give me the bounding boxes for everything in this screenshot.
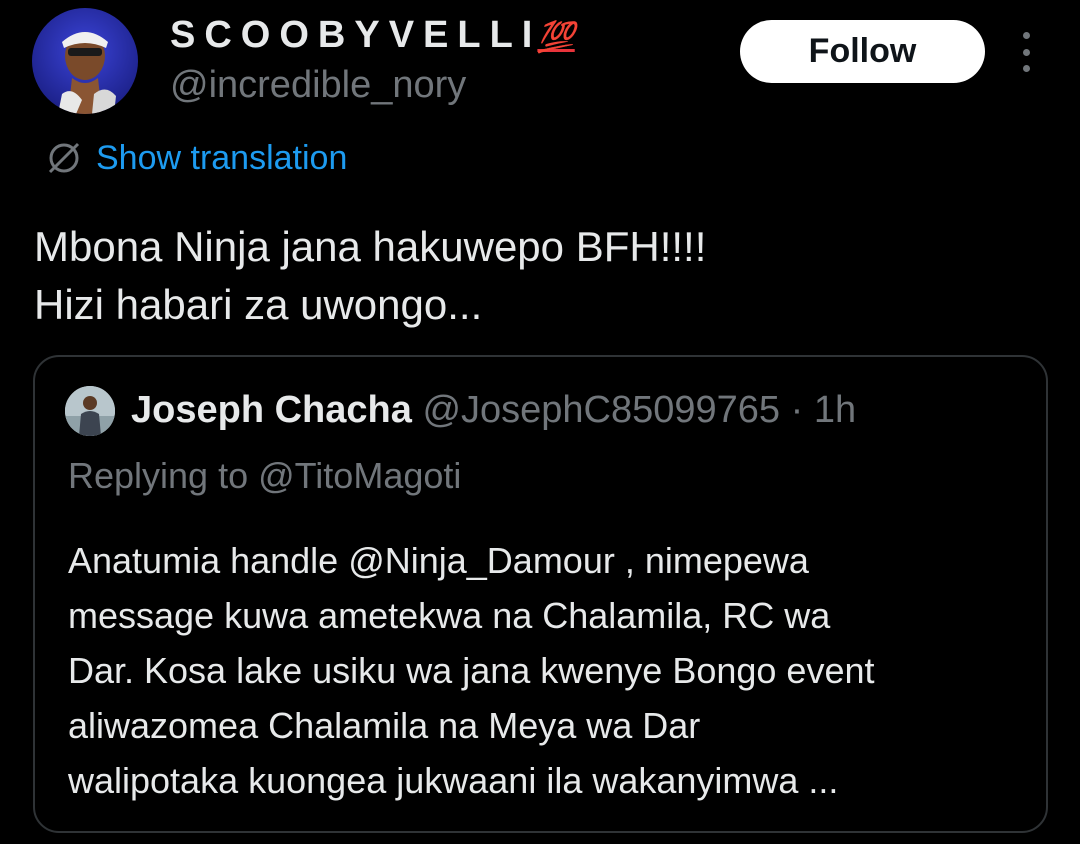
tweet-card: SCOOBYVELLI💯 @incredible_nory Follow Sho… <box>0 0 1080 844</box>
hundred-points-icon: 💯 <box>537 21 575 54</box>
more-dot <box>1022 48 1030 56</box>
quoted-avatar-image <box>65 386 115 436</box>
quoted-author-name[interactable]: Joseph Chacha <box>131 389 412 431</box>
more-dot <box>1022 32 1030 39</box>
quoted-text-line: Anatumia handle @Ninja_Damour , nimepewa <box>68 540 809 581</box>
show-translation-label: Show translation <box>96 138 348 177</box>
avatar-image <box>58 32 116 114</box>
more-dot <box>1022 65 1030 72</box>
quoted-tweet[interactable]: Joseph Chacha @JosephC85099765 · 1h Repl… <box>33 355 1048 833</box>
author-display-name[interactable]: SCOOBYVELLI💯 <box>170 14 575 57</box>
show-translation-link[interactable]: Show translation <box>44 138 347 178</box>
tweet-text-line: Hizi habari za uwongo... <box>34 281 483 328</box>
quoted-author-avatar[interactable] <box>65 386 115 436</box>
meta-separator: · <box>780 389 814 431</box>
author-name-text: SCOOBYVELLI <box>170 14 542 56</box>
quoted-text-line: Dar. Kosa lake usiku wa jana kwenye Bong… <box>68 650 875 691</box>
quoted-author-handle[interactable]: @JosephC85099765 <box>422 389 780 431</box>
quoted-timestamp[interactable]: 1h <box>814 389 856 431</box>
follow-button[interactable]: Follow <box>740 20 985 83</box>
quoted-text-line: message kuwa ametekwa na Chalamila, RC w… <box>68 595 831 636</box>
author-handle[interactable]: @incredible_nory <box>170 64 466 107</box>
quoted-header: Joseph Chacha @JosephC85099765 · 1h <box>131 389 856 432</box>
translate-icon <box>48 142 80 174</box>
quoted-text-line: aliwazomea Chalamila na Meya wa Dar <box>68 705 701 746</box>
quoted-text-line: walipotaka kuongea jukwaani ila wakanyim… <box>68 760 839 801</box>
replying-to: Replying to @TitoMagoti <box>68 455 462 496</box>
tweet-text-line: Mbona Ninja jana hakuwepo BFH!!!! <box>34 223 707 270</box>
author-avatar[interactable] <box>32 8 138 114</box>
quoted-text: Anatumia handle @Ninja_Damour , nimepewa… <box>68 533 1028 808</box>
tweet-text: Mbona Ninja jana hakuwepo BFH!!!! Hizi h… <box>34 218 1044 334</box>
more-vertical-icon[interactable] <box>1012 32 1040 72</box>
